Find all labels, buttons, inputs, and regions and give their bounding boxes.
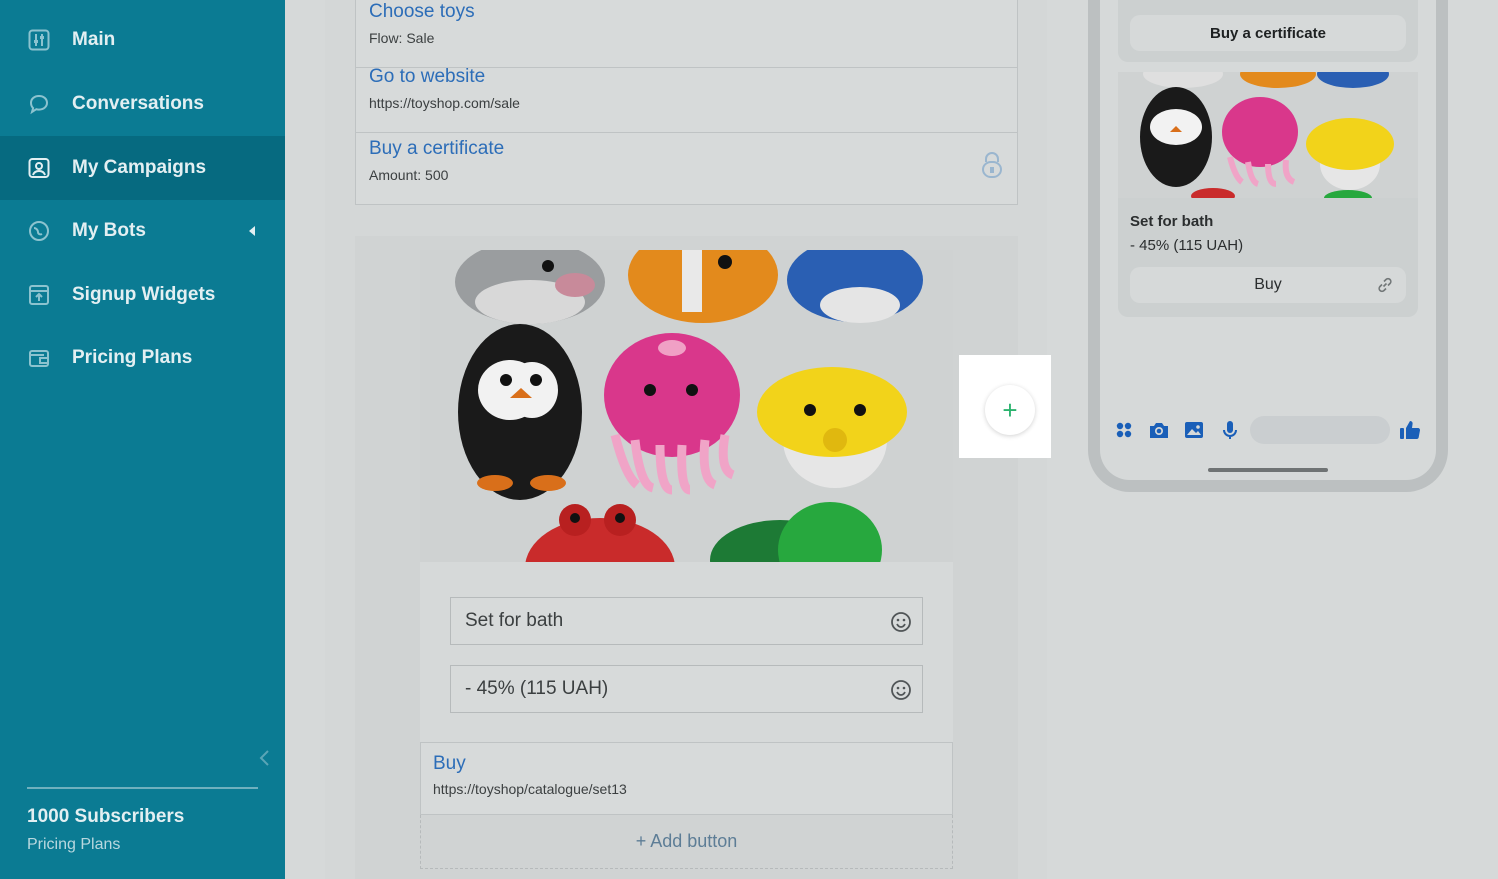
- button-row-choose-toys[interactable]: Choose toys Flow: Sale: [356, 0, 1017, 68]
- button-subtitle: Amount: 500: [369, 167, 449, 183]
- card-subtitle-field[interactable]: [450, 665, 923, 713]
- subscribers-count: 1000 Subscribers: [27, 806, 185, 827]
- card-title-field[interactable]: [450, 597, 923, 645]
- sidebar-item-label: My Campaigns: [72, 157, 207, 178]
- widget-icon: [28, 284, 50, 306]
- home-indicator: [1208, 468, 1328, 472]
- gallery-icon: [1182, 418, 1206, 442]
- button-list: Choose toys Flow: Sale Go to website htt…: [355, 0, 1018, 205]
- sidebar-item-label: My Bots: [72, 220, 146, 241]
- emoji-icon[interactable]: [890, 611, 912, 633]
- sidebar-item-label: Conversations: [72, 93, 204, 114]
- button-title[interactable]: Choose toys: [369, 1, 475, 23]
- link-icon: [1376, 276, 1394, 294]
- preview-button-certificate: Buy a certificate: [1130, 15, 1406, 51]
- chat-icon: [28, 93, 50, 115]
- preview-card-title: Set for bath: [1130, 213, 1214, 230]
- sidebar-item-signup-widgets[interactable]: Signup Widgets: [0, 263, 285, 327]
- microphone-icon: [1218, 418, 1242, 442]
- preview-button-label: Buy: [1254, 276, 1282, 293]
- sidebar-item-label: Signup Widgets: [72, 284, 216, 305]
- preview-image: [1118, 72, 1418, 198]
- sidebar-item-pricing-plans[interactable]: Pricing Plans: [0, 326, 285, 390]
- card-title-input[interactable]: [451, 598, 922, 644]
- card-button-buy[interactable]: Buy https://toyshop/catalogue/set13: [420, 742, 953, 815]
- sidebar-item-label: Main: [72, 29, 116, 50]
- lock-icon: [981, 150, 1003, 180]
- add-card-panel: +: [959, 355, 1051, 458]
- camera-icon: [1147, 418, 1171, 442]
- button-subtitle: https://toyshop.com/sale: [369, 95, 520, 111]
- campaign-icon: [28, 157, 50, 179]
- add-card-button[interactable]: +: [985, 385, 1035, 435]
- button-title[interactable]: Buy a certificate: [369, 138, 504, 160]
- button-title[interactable]: Go to website: [369, 66, 485, 88]
- emoji-icon[interactable]: [890, 679, 912, 701]
- collapse-sidebar-icon[interactable]: [256, 748, 274, 768]
- apps-icon: [1112, 418, 1136, 442]
- button-row-buy-certificate[interactable]: Buy a certificate Amount: 500: [356, 134, 1017, 205]
- pricing-plans-link[interactable]: Pricing Plans: [27, 836, 120, 854]
- thumbs-up-icon: [1398, 418, 1422, 442]
- add-button[interactable]: + Add button: [420, 815, 953, 869]
- sidebar: Main Conversations My Campaigns My Bots …: [0, 0, 285, 879]
- chevron-left-icon[interactable]: [249, 226, 255, 236]
- preview-message-input: [1250, 416, 1390, 444]
- preview-card: Set for bath - 45% (115 UAH) Buy: [1118, 72, 1418, 317]
- sliders-icon: [28, 29, 50, 51]
- button-title[interactable]: Buy: [433, 753, 466, 775]
- sidebar-item-my-bots[interactable]: My Bots: [0, 199, 285, 263]
- bot-icon: [28, 220, 50, 242]
- sidebar-item-my-campaigns[interactable]: My Campaigns: [0, 136, 285, 200]
- preview-card-buy-button: Buy: [1130, 267, 1406, 303]
- sidebar-item-label: Pricing Plans: [72, 347, 193, 368]
- sidebar-item-main[interactable]: Main: [0, 8, 285, 72]
- button-row-go-to-website[interactable]: Go to website https://toyshop.com/sale: [356, 62, 1017, 133]
- preview-card-subtitle: - 45% (115 UAH): [1130, 237, 1244, 254]
- sidebar-divider: [27, 787, 258, 789]
- sidebar-item-conversations[interactable]: Conversations: [0, 72, 285, 136]
- button-subtitle: Flow: Sale: [369, 30, 435, 46]
- wallet-icon: [28, 347, 50, 369]
- button-url: https://toyshop/catalogue/set13: [433, 781, 627, 797]
- product-image[interactable]: [420, 250, 953, 562]
- card-subtitle-input[interactable]: [451, 666, 922, 712]
